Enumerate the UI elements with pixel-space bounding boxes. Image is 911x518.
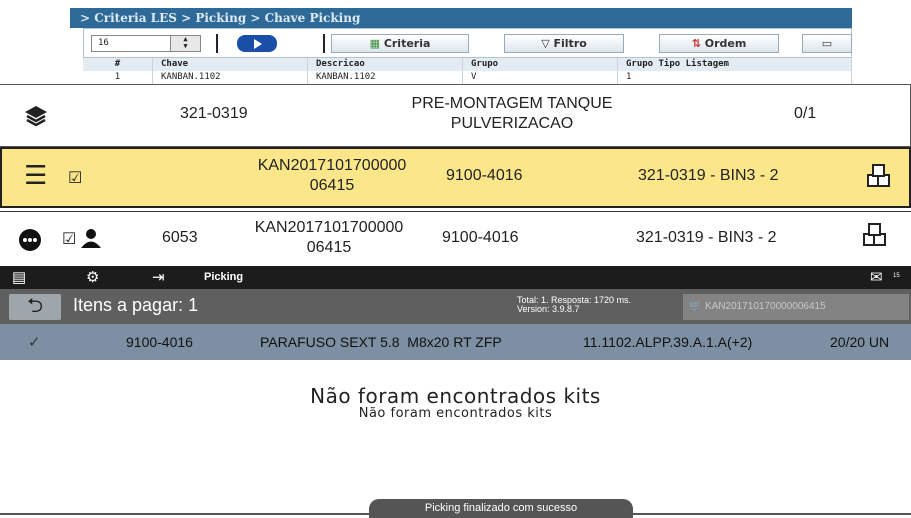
- app-toolbar: ▤ ⚙ ⇥ Picking ✉ 15: [0, 266, 911, 289]
- play-button[interactable]: [237, 35, 277, 52]
- part-number: 9100-4016: [442, 229, 519, 246]
- legacy-panel: > Criteria LES > Picking > Chave Picking…: [70, 8, 852, 84]
- window-icon: ▭: [821, 37, 833, 50]
- location: 321-0319 - BIN3 - 2: [636, 229, 777, 246]
- quantity: 6053: [162, 229, 198, 246]
- table-row[interactable]: 1 KANBAN.1102 KANBAN.1102 V 1: [83, 71, 852, 84]
- filter-icon: ▽: [541, 37, 554, 50]
- bottom-line: [632, 513, 911, 515]
- table-cell: 1: [618, 71, 852, 84]
- layers-icon: [25, 106, 47, 127]
- boxes-icon[interactable]: [860, 222, 888, 252]
- notification-icon[interactable]: ✉: [870, 268, 883, 286]
- back-icon: ⮌: [26, 295, 44, 317]
- item-row[interactable]: ✓ 9100-4016 PARAFUSO SEXT 5.8 M8x20 RT Z…: [0, 324, 911, 360]
- column-header[interactable]: Descricao: [308, 58, 463, 71]
- order-label: KAN201710170000006415: [705, 301, 826, 312]
- exit-icon[interactable]: ⇥: [152, 268, 165, 286]
- ordem-label: Ordem: [704, 37, 747, 50]
- legacy-table: # Chave Descricao Grupo Grupo Tipo Lista…: [83, 58, 852, 84]
- toolbar-title: Picking: [204, 271, 244, 283]
- location: 321-0319 - BIN3 - 2: [638, 167, 779, 184]
- more-icon[interactable]: [18, 228, 42, 252]
- item-quantity: 20/20 UN: [830, 334, 890, 350]
- divider: [323, 34, 325, 53]
- toast-message: Picking finalizado com sucesso: [369, 499, 633, 518]
- item-part-number: 9100-4016: [126, 334, 193, 350]
- divider: [216, 34, 218, 53]
- item-location: 11.1102.ALPP.39.A.1.A(+2): [583, 334, 753, 350]
- page-size-spinner[interactable]: 16 ▲ ▼: [91, 35, 201, 52]
- kanban-code: KAN201710170000006415: [257, 157, 407, 194]
- part-number: 9100-4016: [446, 167, 523, 184]
- group-description: PRE-MONTAGEM TANQUE PULVERIZACAO: [411, 95, 613, 132]
- grid-icon: ▦: [369, 37, 384, 50]
- legacy-toolbar: 16 ▲ ▼ ▦ Criteria ▽ Filtro ⇅ Ordem ▭: [83, 28, 852, 58]
- sort-icon: ⇅: [691, 37, 705, 50]
- table-cell: KANBAN.1102: [308, 71, 463, 84]
- group-code: 321-0319: [180, 105, 248, 122]
- kanban-code: KAN201710170000006415: [254, 219, 404, 256]
- menu-icon[interactable]: ▤: [12, 268, 26, 286]
- checklist-icon: ☑: [62, 231, 77, 248]
- response-stats: Total: 1. Resposta: 1720 ms. Version: 3.9…: [517, 296, 631, 314]
- notification-badge: 15: [893, 273, 900, 279]
- table-cell: KANBAN.1102: [153, 71, 308, 84]
- column-header[interactable]: Grupo: [463, 58, 618, 71]
- spinner-arrows-icon[interactable]: ▲ ▼: [170, 36, 200, 51]
- column-header[interactable]: Chave: [153, 58, 308, 71]
- checklist-icon: ☑: [68, 170, 83, 187]
- spinner-value: 16: [98, 38, 109, 48]
- criteria-label: Criteria: [383, 37, 431, 50]
- back-button[interactable]: ⮌: [9, 294, 61, 320]
- user-icon: [81, 229, 101, 248]
- status-bar: ⮌ Itens a pagar: 1 Total: 1. Resposta: 1…: [0, 289, 911, 324]
- table-cell: V: [463, 71, 618, 84]
- filtro-button[interactable]: ▽ Filtro: [504, 34, 624, 53]
- group-header-row[interactable]: 321-0319 PRE-MONTAGEM TANQUE PULVERIZACA…: [0, 84, 911, 147]
- column-header[interactable]: Grupo Tipo Listagem: [618, 58, 852, 71]
- stats-version: Version: 3.9.8.7: [517, 304, 580, 314]
- order-button[interactable]: 🛒 KAN201710170000006415: [683, 294, 909, 320]
- extra-button[interactable]: ▭: [802, 34, 852, 53]
- items-to-pay: Itens a pagar: 1: [73, 295, 199, 315]
- empty-title: Não foram encontrados kits: [310, 384, 601, 408]
- breadcrumb: > Criteria LES > Picking > Chave Picking: [70, 8, 852, 28]
- column-header[interactable]: #: [83, 58, 153, 71]
- double-check-icon: ✓: [28, 334, 41, 351]
- table-cell: 1: [83, 71, 153, 84]
- gear-icon[interactable]: ⚙: [86, 268, 99, 286]
- list-icon: ☰: [24, 160, 48, 190]
- boxes-icon[interactable]: [864, 163, 892, 193]
- group-count: 0/1: [794, 105, 817, 122]
- criteria-button[interactable]: ▦ Criteria: [331, 34, 469, 53]
- table-header: # Chave Descricao Grupo Grupo Tipo Lista…: [83, 58, 852, 71]
- filtro-label: Filtro: [553, 37, 587, 50]
- cart-icon: 🛒: [689, 301, 702, 312]
- kanban-row[interactable]: ☑ 6053 KAN201710170000006415 9100-4016 3…: [0, 211, 911, 266]
- empty-subtitle: Não foram encontrados kits: [358, 406, 553, 421]
- item-description: PARAFUSO SEXT 5.8 M8x20 RT ZFP: [260, 334, 502, 350]
- ordem-button[interactable]: ⇅ Ordem: [659, 34, 779, 53]
- bottom-line: [0, 513, 370, 515]
- kanban-row-selected[interactable]: ☰ ☑ KAN201710170000006415 9100-4016 321-…: [0, 147, 911, 208]
